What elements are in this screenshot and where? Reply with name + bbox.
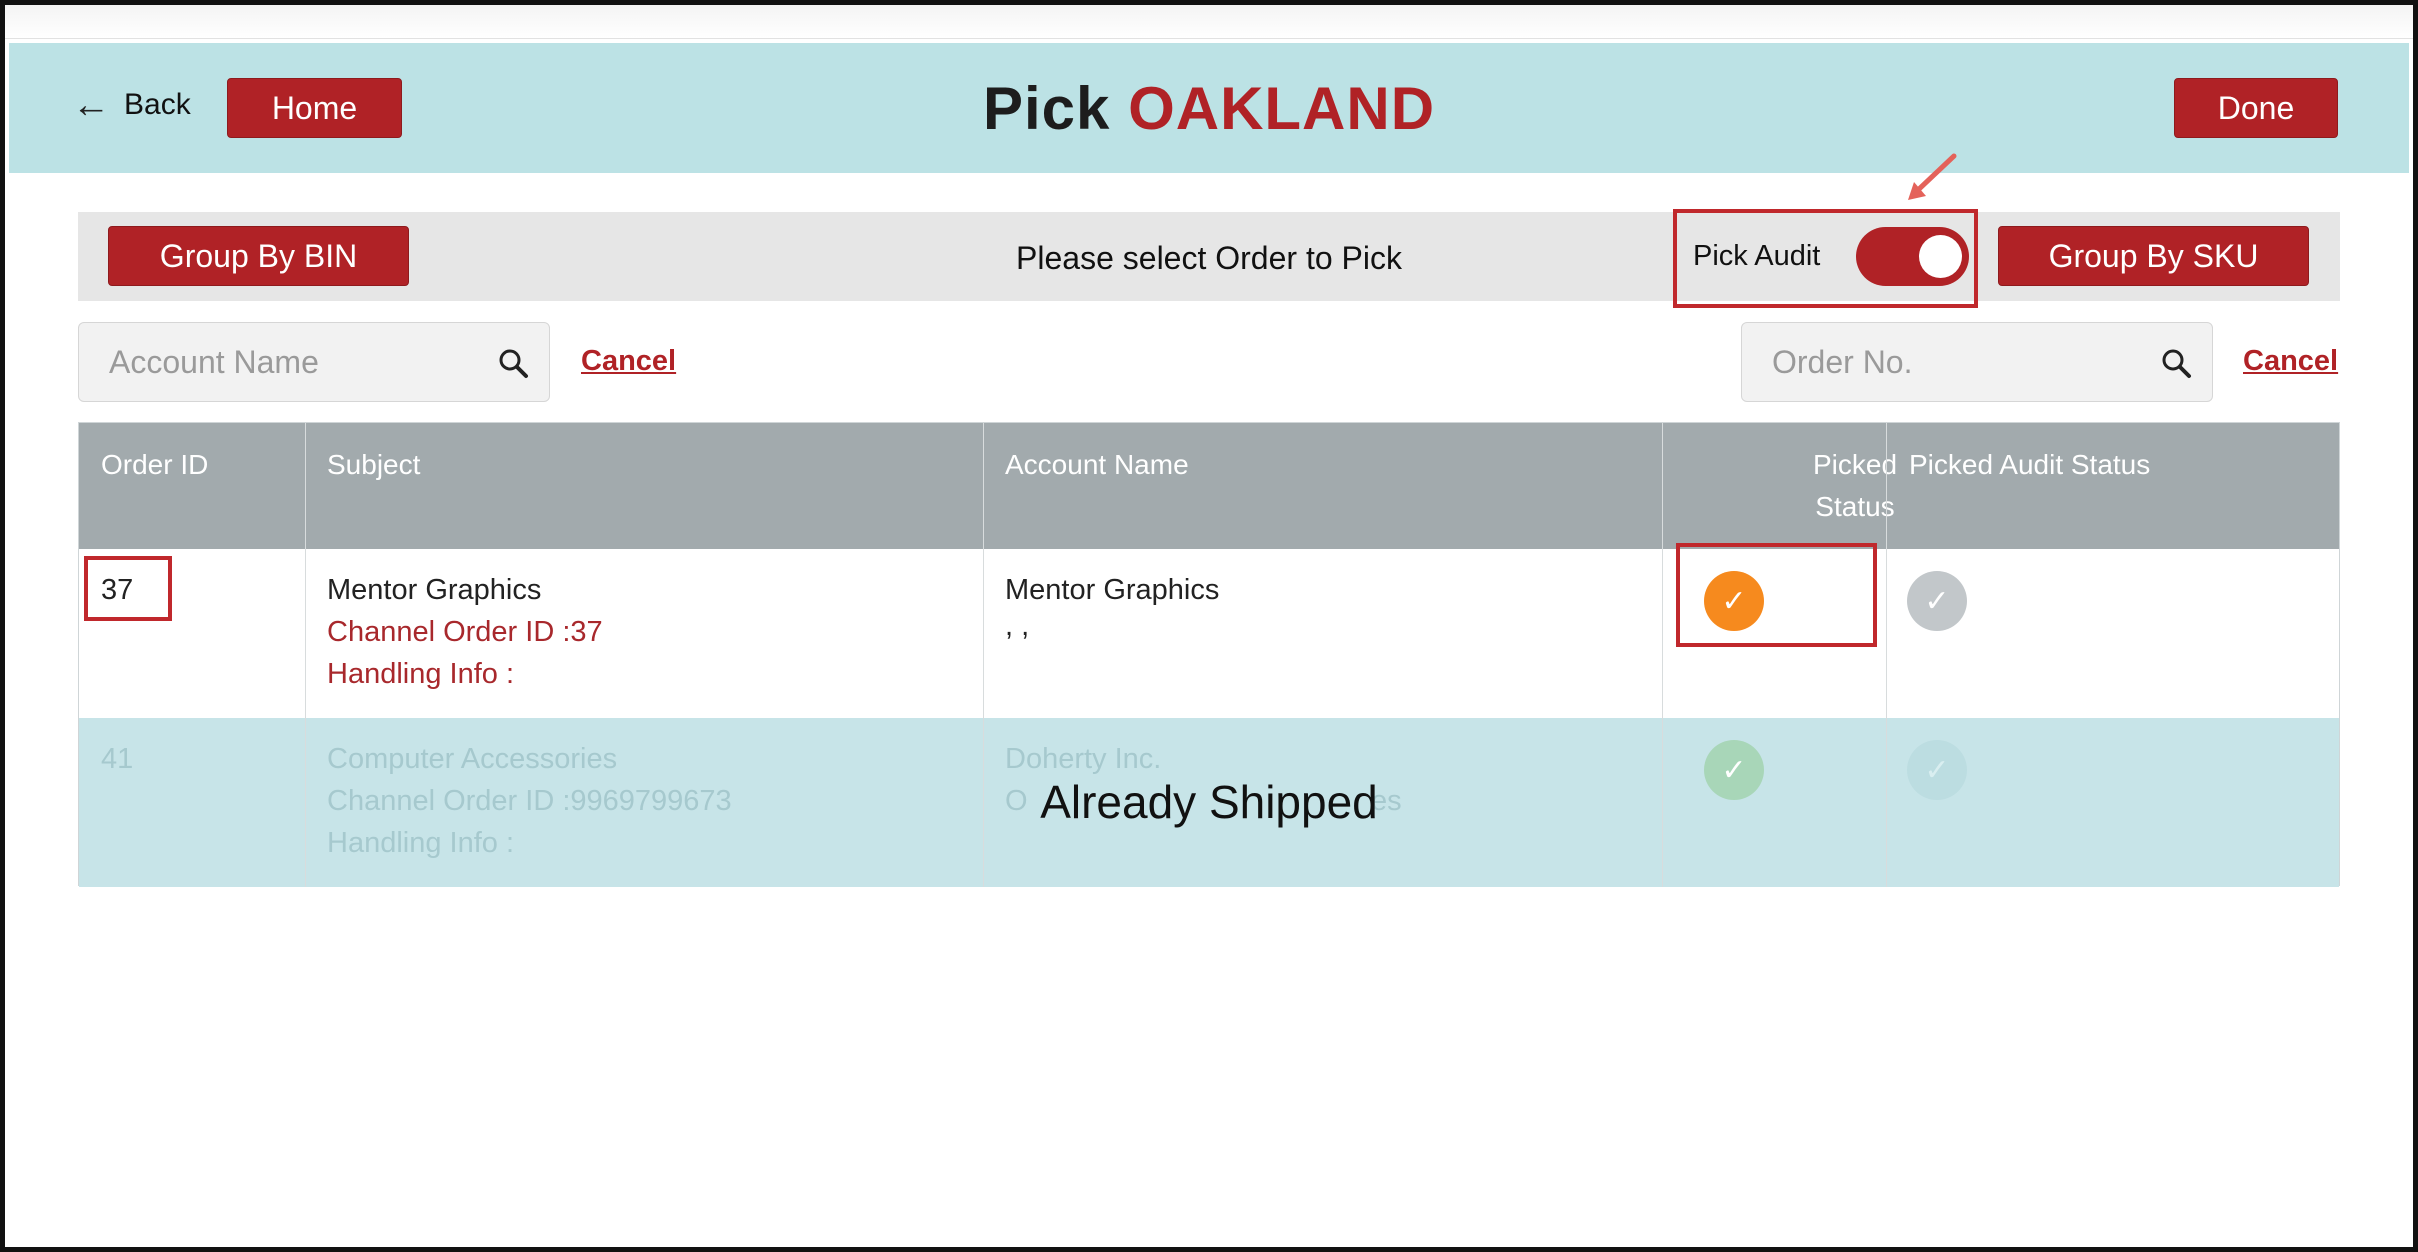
- order-id-cell: 41: [101, 743, 134, 775]
- col-order-id: Order ID: [101, 449, 209, 480]
- account-search-box: [78, 322, 550, 402]
- order-cancel-link[interactable]: Cancel: [2243, 345, 2338, 378]
- title-prefix: Pick: [982, 75, 1111, 142]
- title-location: OAKLAND: [1128, 75, 1436, 142]
- col-subject: Subject: [327, 449, 421, 480]
- table-header: Order ID Subject Account Name Picked Sta…: [79, 423, 2339, 549]
- toggle-knob: [1919, 235, 1962, 278]
- audit-check-icon[interactable]: ✓: [1907, 571, 1967, 631]
- order-search-box: [1741, 322, 2213, 402]
- done-button[interactable]: Done: [2174, 78, 2338, 138]
- account-cell: Mentor Graphics: [1005, 574, 1220, 606]
- account-address: , ,: [1005, 610, 1030, 642]
- col-account-name: Account Name: [1005, 449, 1189, 480]
- handling-info-text: Handling Info :: [327, 658, 515, 690]
- group-by-sku-button[interactable]: Group By SKU: [1998, 226, 2309, 286]
- account-cancel-link[interactable]: Cancel: [581, 345, 676, 378]
- account-cell: Doherty Inc.: [1005, 743, 1162, 775]
- search-icon[interactable]: [497, 347, 529, 379]
- col-picked-audit-status: Picked Audit Status: [1909, 449, 2151, 480]
- pick-audit-toggle[interactable]: [1856, 227, 1969, 286]
- order-id-highlight: [84, 556, 172, 621]
- pick-audit-label: Pick Audit: [1693, 240, 1821, 272]
- table-row[interactable]: 37 Mentor Graphics Channel Order ID :37 …: [79, 549, 2339, 718]
- already-shipped-overlay: Already Shipped: [1040, 776, 1378, 828]
- page-title: Pick OAKLAND: [0, 74, 2418, 143]
- subject-cell: Mentor Graphics: [327, 574, 542, 606]
- order-search-input[interactable]: [1772, 337, 2112, 387]
- annotation-arrow-icon: [1908, 153, 1957, 200]
- subject-cell: Computer Accessories: [327, 743, 618, 775]
- picked-status-highlight: [1676, 543, 1877, 647]
- col-picked-status-line2: Status: [1815, 491, 1895, 522]
- account-search-input[interactable]: [109, 337, 449, 387]
- search-icon[interactable]: [2160, 347, 2192, 379]
- browser-top-strip: [5, 5, 2413, 39]
- channel-order-text: Channel Order ID :37: [327, 616, 603, 648]
